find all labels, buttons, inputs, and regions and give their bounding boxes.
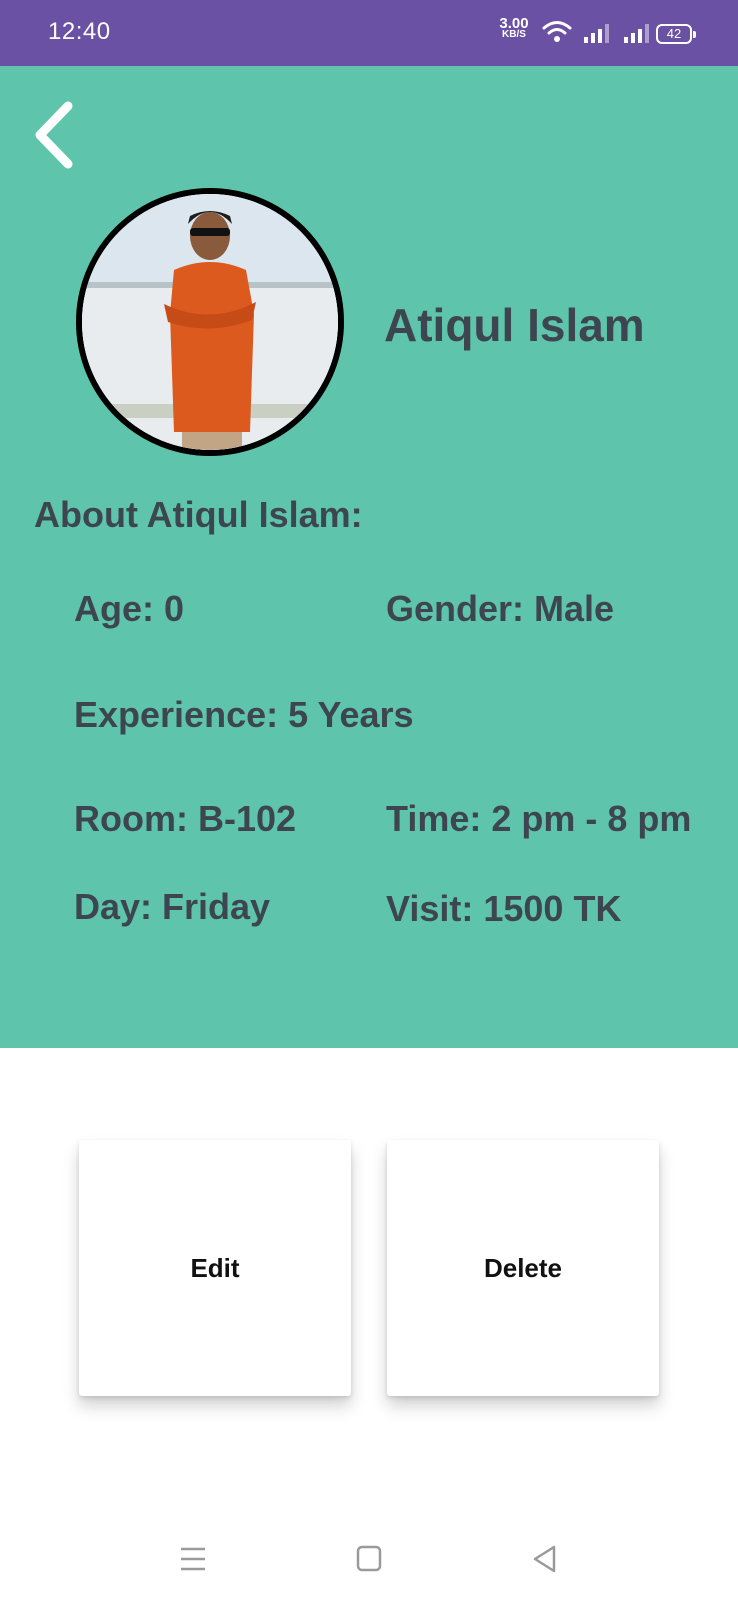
edit-button-label: Edit [190, 1252, 240, 1283]
delete-button[interactable]: Delete [387, 1140, 659, 1396]
room-label: Room: B-102 [74, 798, 297, 839]
doctor-details-panel: Atiqul Islam About Atiqul Islam: Age: 0 … [0, 66, 738, 1048]
network-speed-value: 3.00 [499, 15, 529, 32]
signal-icon [624, 24, 649, 43]
doctor-name: Atiqul Islam [384, 299, 645, 351]
battery-icon: 42 [656, 24, 696, 44]
status-time: 12:40 [48, 18, 111, 45]
profile-photo [82, 194, 338, 450]
edit-button[interactable]: Edit [79, 1140, 351, 1396]
signal-icon [584, 24, 609, 43]
home-square-icon[interactable] [347, 1539, 391, 1579]
about-title: About Atiqul Islam: [34, 494, 363, 535]
delete-button-label: Delete [483, 1252, 563, 1283]
visit-fee-label: Visit: 1500 TK [386, 888, 622, 929]
chevron-left-icon[interactable] [30, 98, 80, 172]
experience-label: Experience: 5 Years [74, 694, 414, 735]
wifi-icon [542, 21, 572, 42]
avatar [76, 188, 344, 456]
day-label: Day: Friday [74, 886, 271, 927]
network-speed: 3.00 KB/S [494, 15, 534, 40]
time-label: Time: 2 pm - 8 pm [386, 798, 692, 839]
gender-label: Gender: Male [386, 588, 615, 629]
age-label: Age: 0 [74, 588, 185, 629]
back-triangle-icon[interactable] [523, 1539, 567, 1579]
system-nav-bar [0, 1515, 738, 1600]
menu-icon[interactable] [171, 1539, 215, 1579]
status-bar: 12:40 3.00 KB/S 42 [0, 0, 738, 66]
